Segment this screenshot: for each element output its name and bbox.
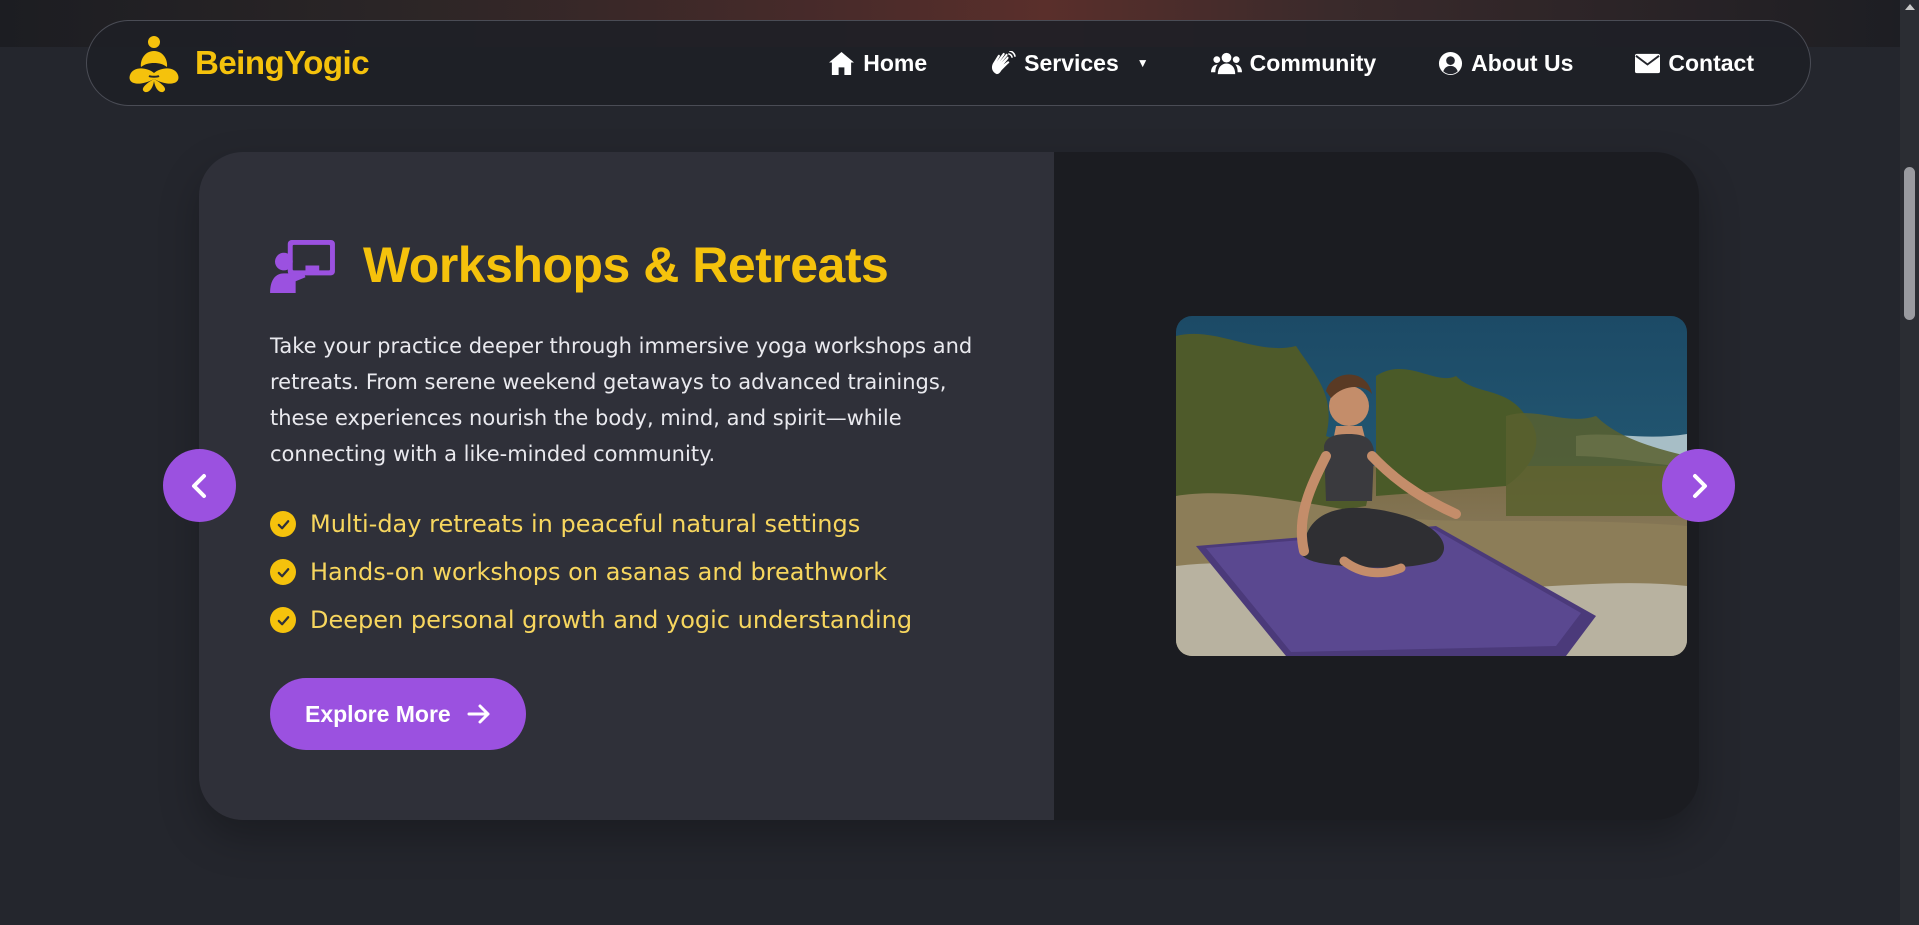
users-icon — [1210, 52, 1242, 74]
nav-about-label: About Us — [1471, 49, 1574, 76]
nav-community[interactable]: Community — [1210, 49, 1377, 77]
nav-contact-label: Contact — [1668, 49, 1754, 76]
feature-text: Hands-on workshops on asanas and breathw… — [310, 558, 888, 586]
page-scrollbar[interactable] — [1900, 0, 1919, 925]
nav-home-label: Home — [863, 49, 928, 76]
meditating-person-logo — [129, 36, 179, 93]
scroll-up-icon[interactable] — [1905, 4, 1915, 10]
nav-home[interactable]: Home — [828, 50, 927, 77]
slide-description: Take your practice deeper through immers… — [270, 334, 973, 466]
brand-name: BeingYogic — [195, 44, 370, 81]
arrow-right-icon — [467, 704, 490, 724]
nav-about[interactable]: About Us — [1438, 50, 1573, 77]
list-item: Multi-day retreats in peaceful natural s… — [270, 500, 984, 548]
page: BeingYogic Home Services ▼ Community Abo… — [0, 0, 1919, 925]
nav-services[interactable]: Services ▼ — [989, 50, 1149, 77]
slide-header: Workshops & Retreats — [270, 236, 984, 294]
nav-contact[interactable]: Contact — [1635, 50, 1754, 77]
feature-list: Multi-day retreats in peaceful natural s… — [270, 500, 984, 644]
hands-icon — [992, 50, 1016, 74]
slide-title: Workshops & Retreats — [363, 237, 889, 293]
meditation-photo — [1176, 316, 1687, 656]
chevron-right-icon — [1692, 473, 1707, 498]
feature-text: Multi-day retreats in peaceful natural s… — [310, 510, 861, 538]
explore-more-label: Explore More — [305, 700, 451, 727]
check-circle-icon — [270, 607, 296, 633]
brand[interactable]: BeingYogic — [127, 33, 370, 93]
carousel-prev-button[interactable] — [163, 449, 236, 522]
nav-services-label: Services — [1024, 49, 1119, 76]
slide-content: Workshops & Retreats Take your practice … — [199, 152, 1054, 820]
workshops-slide: Workshops & Retreats Take your practice … — [199, 152, 1699, 820]
chevron-down-icon: ▼ — [1136, 56, 1149, 70]
carousel-next-button[interactable] — [1662, 449, 1735, 522]
check-circle-icon — [270, 559, 296, 585]
home-icon — [829, 51, 855, 75]
slide-media — [1054, 152, 1699, 820]
list-item: Deepen personal growth and yogic underst… — [270, 596, 984, 644]
chalkboard-teacher-icon — [270, 239, 335, 293]
explore-more-button[interactable]: Explore More — [270, 678, 526, 750]
scrollbar-thumb[interactable] — [1904, 167, 1915, 320]
envelope-icon — [1635, 53, 1661, 73]
navbar: BeingYogic Home Services ▼ Community Abo… — [86, 20, 1811, 106]
nav-community-label: Community — [1249, 49, 1377, 76]
list-item: Hands-on workshops on asanas and breathw… — [270, 548, 984, 596]
nav-links: Home Services ▼ Community About Us Conta… — [828, 50, 1754, 77]
user-circle-icon — [1439, 51, 1463, 75]
check-circle-icon — [270, 511, 296, 537]
chevron-left-icon — [191, 473, 206, 498]
feature-text: Deepen personal growth and yogic underst… — [310, 606, 913, 634]
